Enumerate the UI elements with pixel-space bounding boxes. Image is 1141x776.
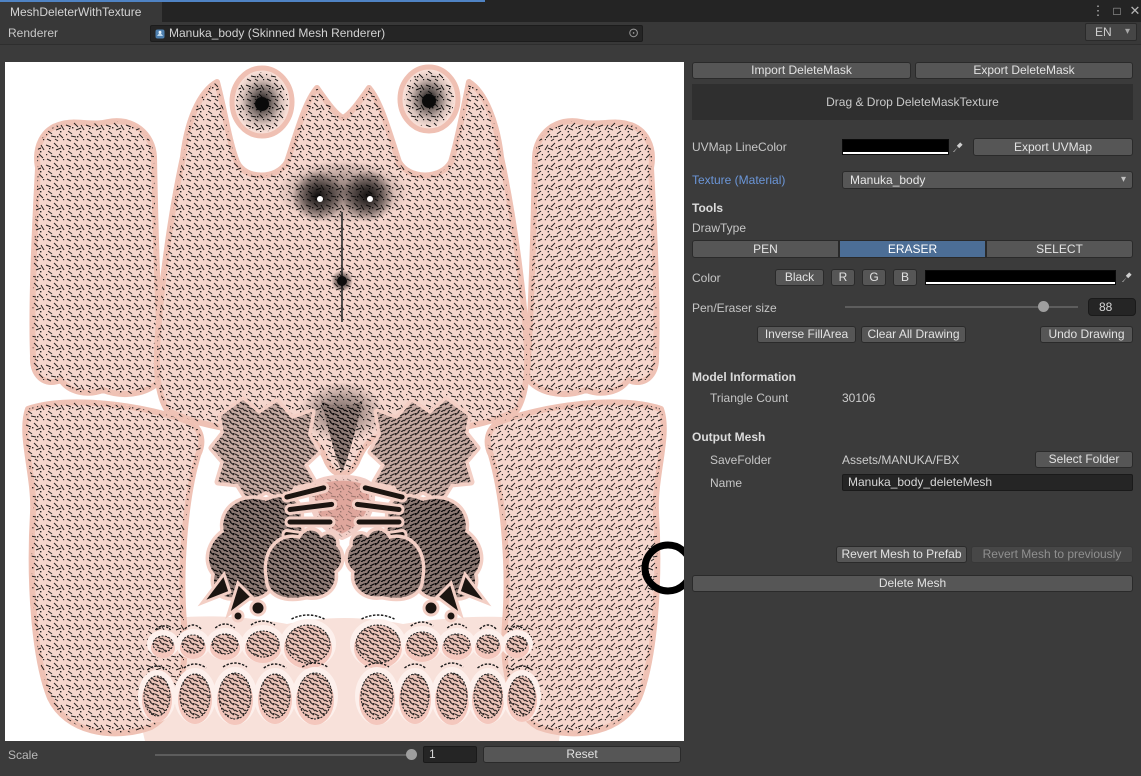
undo-drawing-button[interactable]: Undo Drawing [1040, 326, 1133, 343]
drawtype-label: DrawType [692, 221, 746, 235]
inverse-fillarea-button[interactable]: Inverse FillArea [757, 326, 856, 343]
object-picker-icon[interactable]: ⊙ [628, 25, 639, 40]
color-g-button[interactable]: G [862, 269, 886, 286]
tab-meshdeleter[interactable]: MeshDeleterWithTexture [0, 2, 162, 22]
renderer-label: Renderer [8, 26, 58, 40]
renderer-object-field[interactable]: Manuka_body (Skinned Mesh Renderer) ⊙ [150, 25, 643, 42]
uvmap-linecolor-swatch[interactable] [842, 139, 949, 155]
texture-dropdown-value: Manuka_body [850, 173, 925, 187]
savefolder-value: Assets/MANUKA/FBX [842, 453, 959, 467]
scale-value-field[interactable]: 1 [423, 746, 477, 763]
language-value: EN [1095, 25, 1112, 39]
mesh-name-input[interactable]: Manuka_body_deleteMesh [842, 474, 1133, 491]
chevron-down-icon: ▾ [1125, 24, 1130, 40]
texture-dropdown[interactable]: Manuka_body ▾ [842, 171, 1133, 189]
renderer-object-name: Manuka_body (Skinned Mesh Renderer) [169, 26, 385, 41]
pen-size-slider-thumb[interactable] [1038, 301, 1049, 312]
eye-uv-right [400, 67, 458, 131]
reset-scale-button[interactable]: Reset [483, 746, 681, 763]
delete-mesh-button[interactable]: Delete Mesh [692, 575, 1133, 592]
drawtype-select-button[interactable]: SELECT [986, 240, 1133, 258]
eyedropper-icon[interactable] [951, 140, 967, 154]
export-uvmap-button[interactable]: Export UVMap [973, 138, 1133, 156]
select-folder-button[interactable]: Select Folder [1035, 451, 1133, 468]
pen-size-value-field[interactable]: 88 [1088, 298, 1136, 316]
eyedropper-icon[interactable] [1120, 270, 1136, 284]
model-information-header: Model Information [692, 370, 796, 384]
color-r-button[interactable]: R [831, 269, 855, 286]
texture-material-label: Texture (Material) [692, 173, 785, 187]
scale-slider-thumb[interactable] [406, 749, 417, 760]
uv-islands [25, 67, 664, 741]
name-label: Name [710, 476, 742, 490]
chevron-down-icon: ▾ [1121, 172, 1126, 188]
close-icon[interactable]: ✕ [1127, 3, 1141, 19]
uvmap-linecolor-label: UVMap LineColor [692, 140, 787, 154]
tab-strip [0, 0, 1141, 22]
pen-color-swatch[interactable] [925, 270, 1116, 285]
maximize-icon[interactable]: □ [1109, 3, 1125, 19]
uv-texture-canvas[interactable] [5, 62, 684, 741]
tools-header: Tools [692, 201, 723, 215]
eye-uv-left [232, 68, 292, 136]
pen-size-label: Pen/Eraser size [692, 301, 777, 315]
window-menu-icon[interactable]: ⋮ [1090, 3, 1106, 19]
revert-mesh-to-prefab-button[interactable]: Revert Mesh to Prefab [836, 546, 967, 563]
export-deletemask-button[interactable]: Export DeleteMask [915, 62, 1133, 79]
revert-mesh-to-previously-button: Revert Mesh to previously [971, 546, 1133, 563]
scale-slider-track[interactable] [155, 754, 413, 756]
dragdrop-deletemask-zone[interactable]: Drag & Drop DeleteMaskTexture [692, 84, 1133, 120]
drawtype-pen-button[interactable]: PEN [692, 240, 839, 258]
import-deletemask-button[interactable]: Import DeleteMask [692, 62, 911, 79]
triangle-count-label: Triangle Count [710, 391, 788, 405]
triangle-count-value: 30106 [842, 391, 875, 405]
skinned-mesh-renderer-icon [155, 29, 165, 39]
color-b-button[interactable]: B [893, 269, 917, 286]
clear-all-drawing-button[interactable]: Clear All Drawing [861, 326, 966, 343]
output-mesh-header: Output Mesh [692, 430, 765, 444]
savefolder-label: SaveFolder [710, 453, 771, 467]
color-label: Color [692, 271, 721, 285]
language-dropdown[interactable]: EN ▾ [1085, 23, 1137, 41]
scale-label: Scale [8, 748, 38, 762]
color-black-button[interactable]: Black [775, 269, 824, 286]
drawtype-eraser-button[interactable]: ERASER [839, 240, 986, 258]
